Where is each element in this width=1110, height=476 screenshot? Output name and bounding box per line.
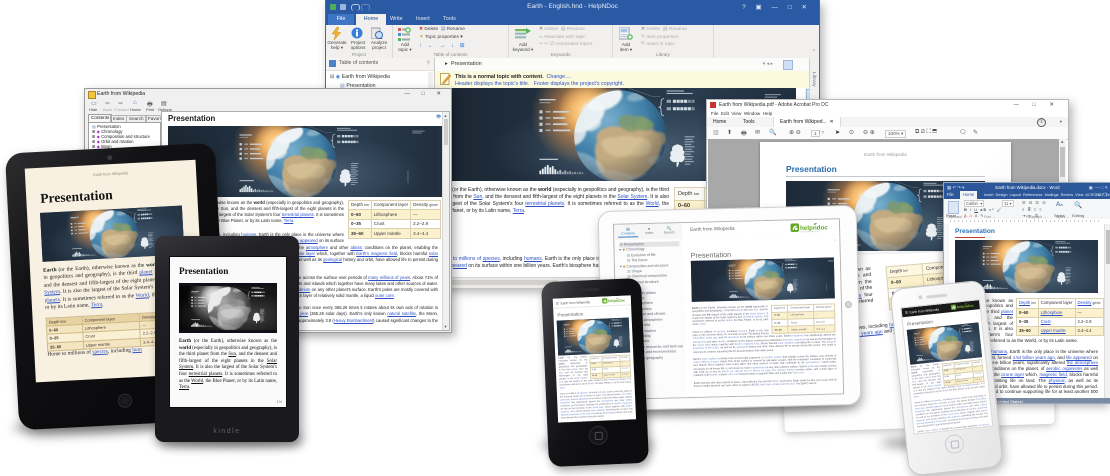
svg-text:helpndoc: helpndoc bbox=[800, 224, 828, 232]
svg-text:helpndoc: helpndoc bbox=[608, 298, 626, 303]
